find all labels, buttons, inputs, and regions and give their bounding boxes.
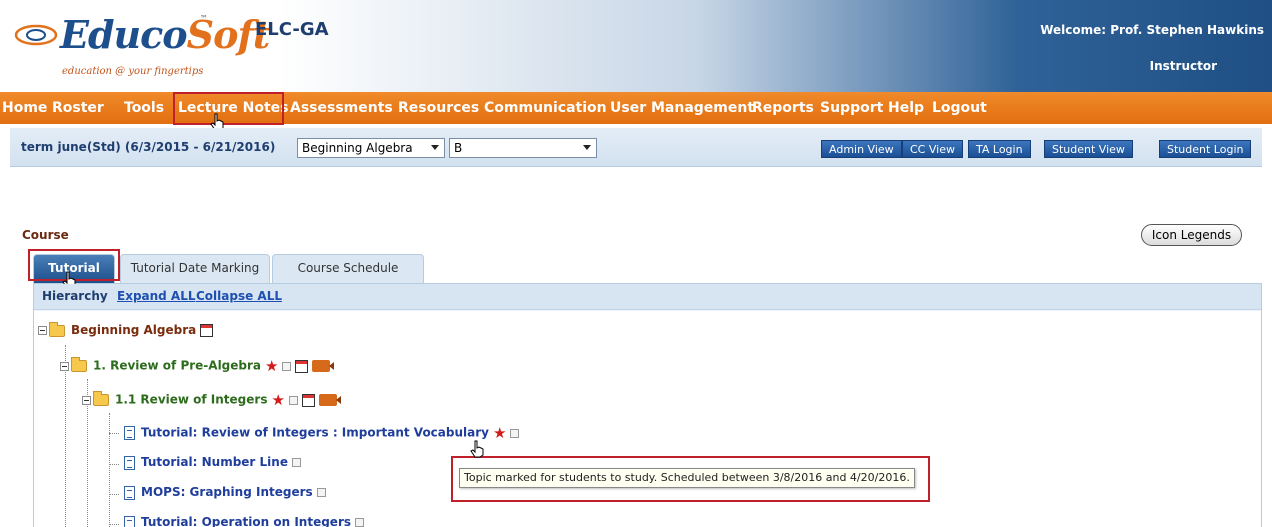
hand-cursor-icon (470, 440, 484, 458)
tree-node-root[interactable]: Beginning Algebra (38, 321, 214, 341)
calendar-icon[interactable] (301, 393, 315, 407)
node-label[interactable]: 1.1 Review of Integers (115, 393, 267, 407)
leaf-label[interactable]: Tutorial: Number Line (141, 455, 288, 469)
select-checkbox[interactable] (510, 428, 520, 438)
study-schedule-tooltip: Topic marked for students to study. Sche… (459, 468, 915, 488)
nav-resources[interactable]: Resources (398, 100, 479, 116)
video-icon[interactable] (312, 360, 335, 372)
nav-reports[interactable]: Reports (752, 100, 814, 116)
select-checkbox[interactable] (316, 488, 326, 497)
tree-connector (109, 524, 119, 525)
star-icon: ★ (271, 391, 285, 409)
nav-tools[interactable]: Tools (124, 100, 164, 116)
nav-home[interactable]: Home (2, 100, 47, 116)
header: EducoSoft ™ education @ your fingertips … (0, 0, 1272, 92)
logo-trademark: ™ (200, 14, 208, 23)
welcome-text: Welcome: Prof. Stephen Hawkins (1040, 23, 1264, 37)
hierarchy-bar: Hierarchy Expand ALL Collapse ALL (34, 284, 1261, 310)
course-select[interactable]: Beginning Algebra (297, 138, 445, 158)
user-role: Instructor (1149, 59, 1217, 73)
leaf-label[interactable]: Tutorial: Review of Integers : Important… (141, 426, 489, 440)
logo-tagline: education @ your fingertips (62, 66, 204, 77)
star-icon: ★ (265, 357, 279, 375)
select-checkbox[interactable] (355, 518, 365, 527)
tab-tutorial-date-marking[interactable]: Tutorial Date Marking (120, 254, 270, 283)
collapse-icon[interactable] (82, 395, 91, 405)
app-title: ELC-GA (255, 19, 329, 40)
calendar-icon[interactable] (200, 324, 214, 337)
term-label: term june(Std) (6/3/2015 - 6/21/2016) (21, 140, 276, 154)
nav-help[interactable]: Help (888, 100, 924, 116)
calendar-icon[interactable] (295, 359, 309, 373)
tree-connector (109, 494, 119, 495)
student-login-button[interactable]: Student Login (1159, 140, 1252, 158)
document-icon (124, 485, 135, 500)
folder-icon (93, 391, 109, 406)
tree-node-chapter[interactable]: 1. Review of Pre-Algebra ★ (60, 357, 335, 375)
logo-wordmark: EducoSoft (60, 12, 270, 57)
tree-connector (109, 433, 119, 434)
select-checkbox[interactable] (288, 395, 298, 405)
tree-leaf-operations[interactable]: Tutorial: Operation on Integers (124, 515, 365, 527)
expand-all-link[interactable]: Expand ALL (117, 289, 196, 303)
hierarchy-label: Hierarchy (42, 289, 108, 303)
document-icon (124, 515, 135, 527)
chevron-down-icon (431, 145, 439, 150)
educosoft-logo[interactable]: EducoSoft ™ education @ your fingertips (14, 6, 270, 86)
leaf-label[interactable]: Tutorial: Operation on Integers (141, 515, 351, 527)
folder-icon (71, 357, 87, 372)
admin-view-button[interactable]: Admin View (821, 140, 902, 158)
cc-view-button[interactable]: CC View (902, 140, 963, 158)
tree-leaf-graphing[interactable]: MOPS: Graphing Integers (124, 485, 326, 503)
chevron-down-icon (583, 145, 591, 150)
nav-assessments[interactable]: Assessments (290, 100, 393, 116)
nav-support[interactable]: Support (820, 100, 883, 116)
select-checkbox[interactable] (291, 458, 301, 467)
context-bar: term june(Std) (6/3/2015 - 6/21/2016) Be… (10, 128, 1262, 167)
ta-login-button[interactable]: TA Login (968, 140, 1031, 158)
leaf-label[interactable]: MOPS: Graphing Integers (141, 485, 313, 499)
logo-swoosh-icon (14, 24, 58, 46)
section-select[interactable]: B (449, 138, 597, 158)
collapse-all-link[interactable]: Collapse ALL (196, 289, 282, 303)
document-icon (124, 455, 135, 470)
icon-legends-button[interactable]: Icon Legends (1141, 224, 1242, 246)
video-icon[interactable] (318, 394, 341, 406)
select-checkbox[interactable] (282, 361, 292, 371)
collapse-icon[interactable] (60, 361, 69, 371)
star-icon[interactable]: ★ (493, 424, 506, 442)
tree-node-section[interactable]: 1.1 Review of Integers ★ (82, 391, 341, 409)
nav-logout[interactable]: Logout (932, 100, 987, 116)
tab-course-schedule[interactable]: Course Schedule (272, 254, 424, 283)
course-heading: Course (22, 228, 69, 242)
lecture-notes-highlight-box (173, 92, 284, 125)
document-icon (124, 426, 135, 440)
node-label[interactable]: 1. Review of Pre-Algebra (93, 359, 261, 373)
tree-connector (109, 464, 119, 465)
student-view-button[interactable]: Student View (1044, 140, 1133, 158)
nav-communication[interactable]: Communication (484, 100, 607, 116)
folder-icon (49, 321, 65, 337)
nav-roster[interactable]: Roster (52, 100, 104, 116)
collapse-icon[interactable] (38, 326, 47, 335)
node-label[interactable]: Beginning Algebra (71, 323, 196, 337)
tree-leaf-vocabulary[interactable]: Tutorial: Review of Integers : Important… (124, 424, 520, 442)
nav-user-management[interactable]: User Management (610, 100, 754, 116)
tree-connector (109, 413, 110, 527)
tree-leaf-number-line[interactable]: Tutorial: Number Line (124, 455, 301, 473)
